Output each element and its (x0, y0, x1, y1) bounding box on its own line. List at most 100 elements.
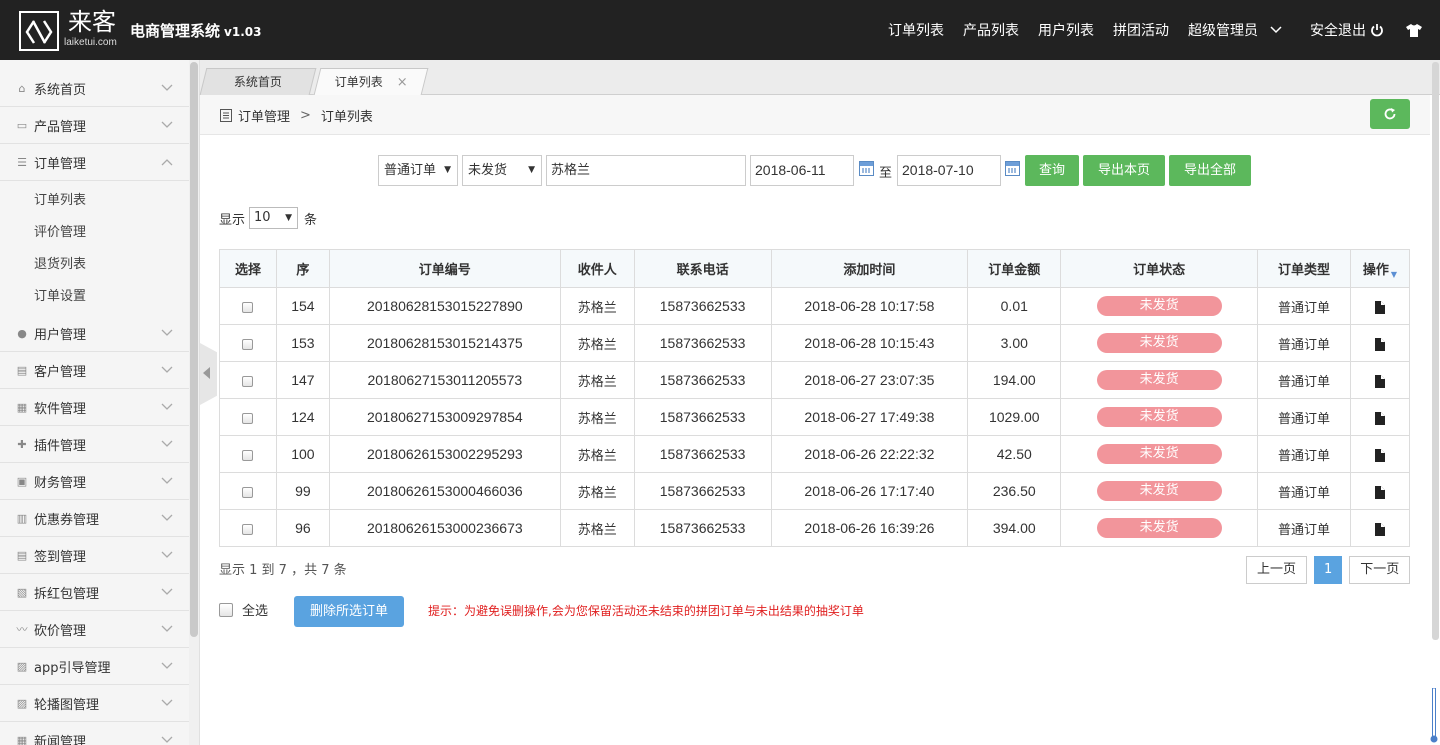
row-checkbox[interactable] (242, 449, 254, 461)
chevron-down-icon (161, 477, 173, 484)
date-to-input[interactable]: 2018-07-10 (897, 155, 1001, 186)
column-header-label: 订单编号 (418, 263, 471, 278)
document-icon[interactable] (1374, 374, 1385, 388)
cell-amount: 3.00 (967, 324, 1062, 362)
main-scrollbar[interactable] (1432, 62, 1439, 640)
document-icon[interactable] (1374, 300, 1385, 314)
select-cell (219, 361, 277, 399)
nav-order-list[interactable]: 订单列表 (888, 20, 944, 40)
sidebar-item-8[interactable]: ▥ 优惠券管理 (0, 500, 189, 537)
cell-order-no: 20180626153002295293 (328, 435, 561, 473)
document-icon[interactable] (1374, 411, 1385, 425)
row-checkbox[interactable] (242, 338, 254, 350)
sidebar-item-7[interactable]: ▣ 财务管理 (0, 463, 189, 500)
sidebar-item-9[interactable]: ▤ 签到管理 (0, 537, 189, 574)
refresh-button[interactable] (1370, 99, 1410, 129)
sidebar-subitem-1[interactable]: 评价管理 (34, 217, 86, 249)
nav-product-list[interactable]: 产品列表 (963, 20, 1019, 40)
column-header-label: 订单状态 (1133, 263, 1186, 278)
calendar-icon[interactable] (1005, 161, 1020, 176)
cell-order-no: 20180626153000466036 (328, 472, 561, 510)
skin-icon[interactable] (1406, 23, 1422, 37)
sidebar-item-0[interactable]: ⌂ 系统首页 (0, 70, 189, 107)
sidebar-item-2[interactable]: ☰ 订单管理 (0, 144, 189, 181)
column-header-0: 选择 (219, 249, 277, 288)
sidebar-collapse-handle[interactable] (200, 343, 217, 405)
sidebar-subitem-3[interactable]: 订单设置 (34, 281, 86, 313)
admin-menu[interactable]: 超级管理员 (1188, 20, 1282, 40)
sidebar-item-3[interactable]: ● 用户管理 (0, 315, 189, 352)
cell-name: 苏格兰 (559, 472, 635, 510)
sidebar-item-5[interactable]: ▦ 软件管理 (0, 389, 189, 426)
status-badge: 未发货 (1096, 333, 1222, 353)
document-icon[interactable] (1374, 448, 1385, 462)
sidebar-item-14[interactable]: ▦ 新闻管理 (0, 722, 189, 745)
prev-page-button[interactable]: 上一页 (1246, 556, 1308, 584)
sidebar-scrollbar[interactable] (190, 62, 198, 637)
sidebar-item-4[interactable]: ▤ 客户管理 (0, 352, 189, 389)
cell-status: 未发货 (1060, 435, 1259, 473)
page-size-value: 10 (254, 210, 271, 225)
select-all-checkbox[interactable] (219, 602, 233, 617)
sidebar-item-label: 客户管理 (34, 364, 87, 380)
cell-order-no: 20180627153009297854 (328, 398, 561, 436)
user-icon: ● (17, 326, 27, 340)
cell-name: 苏格兰 (559, 361, 635, 399)
page-size-select[interactable]: 10 ▼ (249, 207, 299, 229)
sort-icon[interactable]: ▼ (1391, 270, 1397, 279)
tab-home[interactable]: 系统首页 (199, 68, 317, 95)
row-checkbox[interactable] (242, 375, 254, 387)
page-1-button[interactable]: 1 (1314, 556, 1343, 584)
cell-time: 2018-06-26 17:17:40 (770, 472, 969, 510)
select-all[interactable]: 全选 (219, 600, 268, 619)
logo-icon[interactable] (19, 11, 59, 51)
action-cell (1349, 324, 1411, 362)
chevron-down-icon (161, 588, 173, 595)
document-icon[interactable] (1374, 485, 1385, 499)
date-from-input[interactable]: 2018-06-11 (750, 155, 854, 186)
logout-button[interactable]: 安全退出 (1310, 20, 1384, 40)
row-checkbox[interactable] (242, 486, 254, 498)
sidebar-item-1[interactable]: ▭ 产品管理 (0, 107, 189, 144)
sidebar-item-13[interactable]: ▨ 轮播图管理 (0, 685, 189, 722)
row-checkbox[interactable] (242, 301, 254, 313)
table-row: 96 20180626153000236673 苏格兰 15873662533 2018… (219, 509, 1411, 547)
cell-time: 2018-06-26 16:39:26 (770, 509, 969, 547)
sidebar-subitem-2[interactable]: 退货列表 (34, 249, 86, 281)
row-checkbox[interactable] (242, 412, 254, 424)
export-all-button[interactable]: 导出全部 (1169, 155, 1251, 186)
nav-user-list[interactable]: 用户列表 (1038, 20, 1094, 40)
list-icon (220, 109, 232, 122)
select-cell (219, 398, 277, 436)
select-cell (219, 435, 277, 473)
breadcrumb-root[interactable]: 订单管理 (238, 106, 290, 125)
sidebar-item-12[interactable]: ▨ app引导管理 (0, 648, 189, 685)
sidebar-item-6[interactable]: ✚ 插件管理 (0, 426, 189, 463)
cell-phone: 15873662533 (633, 361, 772, 399)
row-checkbox[interactable] (242, 523, 254, 535)
delete-selected-button[interactable]: 删除所选订单 (294, 596, 404, 627)
nav-group-buy[interactable]: 拼团活动 (1113, 20, 1169, 40)
query-button[interactable]: 查询 (1025, 155, 1079, 186)
cell-amount: 236.50 (967, 472, 1062, 510)
sidebar: ⌂ 系统首页 ▭ 产品管理 ☰ 订单管理订单列表 评价管理 退货列表 订单设置 ● 用户管理 ▤ 客户管… (0, 60, 200, 745)
next-page-button[interactable]: 下一页 (1349, 556, 1411, 584)
sidebar-item-11[interactable]: 〰砍价管理 (0, 611, 189, 648)
sidebar-item-label: 用户管理 (34, 327, 87, 343)
close-icon[interactable]: × (396, 75, 407, 90)
document-icon[interactable] (1374, 337, 1385, 351)
calendar-icon[interactable] (859, 161, 874, 176)
order-type-select[interactable]: 普通订单 ▼ (378, 155, 458, 186)
ship-status-select[interactable]: 未发货 ▼ (462, 155, 542, 186)
tab-order-list[interactable]: 订单列表 × (313, 68, 429, 95)
sidebar-subitem-0[interactable]: 订单列表 (34, 185, 86, 217)
select-cell (219, 472, 277, 510)
sidebar-item-label: 签到管理 (34, 549, 87, 565)
document-icon[interactable] (1374, 522, 1385, 536)
table-row: 153 20180628153015214375 苏格兰 15873662533 201… (219, 324, 1411, 362)
list-icon: ☰ (17, 155, 27, 169)
sidebar-item-10[interactable]: ▧ 拆红包管理 (0, 574, 189, 611)
export-page-button[interactable]: 导出本页 (1083, 155, 1165, 186)
keyword-input[interactable]: 苏格兰 (546, 155, 746, 186)
sidebar-item-label: 插件管理 (34, 438, 87, 454)
